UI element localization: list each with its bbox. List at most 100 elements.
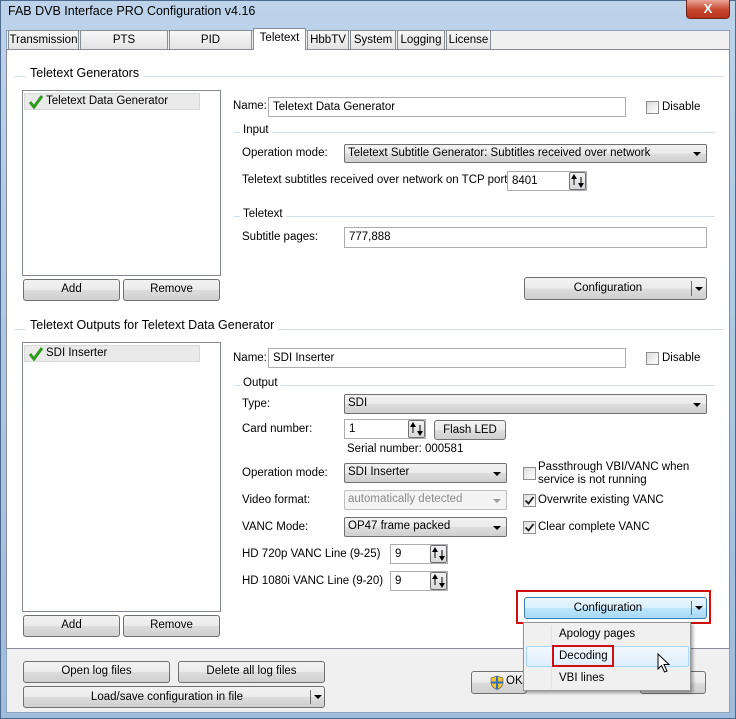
generators-group-title: Teletext Generators — [26, 66, 144, 80]
overwrite-vanc-checkbox[interactable] — [523, 494, 536, 507]
ok-label: OK — [506, 675, 523, 687]
add-generator-button[interactable]: Add — [23, 279, 120, 301]
tab-license[interactable]: License — [446, 30, 491, 49]
clear-vanc-checkbox[interactable] — [523, 521, 536, 534]
chevron-down-icon — [493, 499, 501, 503]
split-divider — [310, 690, 311, 704]
list-item-label: SDI Inserter — [46, 347, 108, 359]
passthrough-label-2: service is not running — [538, 474, 647, 486]
subtitle-pages-field[interactable]: 777,888 — [344, 227, 707, 248]
flash-led-button[interactable]: Flash LED — [434, 420, 506, 440]
tab-hbbtv[interactable]: HbbTV — [307, 30, 349, 49]
type-select[interactable]: SDI — [344, 394, 707, 414]
type-value: SDI — [348, 397, 368, 409]
card-number-label: Card number: — [242, 423, 313, 435]
teletext-section-title: Teletext — [240, 208, 286, 220]
disable-label: Disable — [662, 352, 701, 364]
tab-pid-remapping[interactable]: PID Remapping — [169, 30, 252, 64]
delete-log-files-button[interactable]: Delete all log files — [178, 661, 325, 683]
output-name-field[interactable]: SDI Inserter — [268, 348, 626, 368]
disable-generator-checkbox[interactable] — [646, 101, 659, 114]
checkmark-icon — [524, 523, 535, 532]
chevron-down-icon — [493, 472, 501, 476]
generators-list[interactable] — [22, 90, 221, 276]
checkmark-icon — [28, 95, 44, 110]
remove-generator-button[interactable]: Remove — [123, 279, 220, 301]
serial-number-text: Serial number: 000581 — [347, 443, 464, 455]
passthrough-checkbox[interactable] — [523, 467, 536, 480]
video-format-label: Video format: — [242, 494, 311, 506]
hd1080-spinner[interactable] — [430, 572, 447, 590]
generator-name-field[interactable]: Teletext Data Generator — [268, 97, 626, 117]
disable-output-checkbox[interactable] — [646, 352, 659, 365]
output-operation-mode-select[interactable]: SDI Inserter — [344, 463, 507, 483]
type-label: Type: — [242, 398, 271, 410]
checkmark-icon — [28, 347, 44, 362]
vanc-mode-value: OP47 frame packed — [348, 520, 451, 532]
tcp-port-label: Teletext subtitles received over network… — [242, 174, 511, 186]
chevron-down-icon — [314, 695, 322, 699]
chevron-down-icon — [695, 606, 703, 610]
name-label: Name: — [233, 100, 267, 112]
output-operation-mode-value: SDI Inserter — [348, 466, 410, 478]
output-divider — [234, 385, 715, 386]
output-configuration-button[interactable]: Configuration — [524, 597, 707, 619]
passthrough-label-1: Passthrough VBI/VANC when — [538, 461, 690, 473]
hd720-label: HD 720p VANC Line (9-25) — [242, 548, 381, 560]
tab-pts-restamping[interactable]: PTS Restamping — [80, 30, 168, 64]
spinner-arrows-icon — [571, 174, 584, 188]
list-item[interactable]: SDI Inserter — [24, 345, 200, 362]
tab-system[interactable]: System — [350, 30, 396, 49]
operation-mode-label: Operation mode: — [242, 467, 328, 479]
load-save-configuration-button[interactable]: Load/save configuration in file — [23, 686, 325, 708]
subtitle-pages-label: Subtitle pages: — [242, 231, 319, 243]
overwrite-vanc-label: Overwrite existing VANC — [538, 494, 664, 506]
tab-transmission[interactable]: Transmission — [8, 30, 79, 49]
chevron-down-icon — [693, 403, 701, 407]
spinner-arrows-icon — [410, 422, 423, 436]
generator-configuration-button[interactable]: Configuration — [524, 277, 707, 300]
chevron-down-icon — [693, 152, 701, 156]
outputs-group-title: Teletext Outputs for Teletext Data Gener… — [26, 318, 279, 332]
configuration-label: Configuration — [573, 282, 643, 294]
add-output-button[interactable]: Add — [23, 615, 120, 637]
split-divider — [691, 601, 692, 615]
window-title: FAB DVB Interface PRO Configuration v4.1… — [8, 4, 256, 18]
configuration-label: Configuration — [573, 602, 643, 614]
close-button[interactable]: X — [686, 0, 730, 19]
vanc-mode-label: VANC Mode: — [242, 521, 309, 533]
tab-logging[interactable]: Logging — [397, 30, 445, 49]
operation-mode-value: Teletext Subtitle Generator: Subtitles r… — [348, 147, 651, 159]
clear-vanc-label: Clear complete VANC — [538, 521, 650, 533]
remove-output-button[interactable]: Remove — [123, 615, 220, 637]
operation-mode-label: Operation mode: — [242, 147, 328, 159]
video-format-value: automatically detected — [348, 493, 463, 505]
mouse-cursor-icon — [657, 653, 671, 673]
menu-item-apology-pages[interactable]: Apology pages — [554, 624, 688, 644]
ok-button[interactable]: OK — [471, 671, 527, 694]
output-section-title: Output — [240, 377, 281, 389]
split-divider — [691, 281, 692, 296]
checkmark-icon — [524, 496, 535, 505]
outputs-list[interactable] — [22, 342, 221, 612]
hd1080-label: HD 1080i VANC Line (9-20) — [242, 575, 384, 587]
teletext-divider — [234, 216, 715, 217]
list-item-label: Teletext Data Generator — [46, 95, 169, 107]
disable-label: Disable — [662, 101, 701, 113]
vanc-mode-select[interactable]: OP47 frame packed — [344, 517, 507, 537]
spinner-arrows-icon — [432, 547, 445, 561]
tab-teletext[interactable]: Teletext — [253, 28, 306, 50]
open-log-files-button[interactable]: Open log files — [23, 661, 170, 683]
spinner-arrows-icon — [432, 574, 445, 588]
input-section-title: Input — [240, 124, 272, 136]
video-format-select[interactable]: automatically detected — [344, 490, 507, 510]
list-item[interactable]: Teletext Data Generator — [24, 93, 200, 110]
name-label: Name: — [233, 352, 267, 364]
tcp-port-spinner[interactable] — [569, 172, 586, 190]
decoding-highlight-frame — [552, 645, 614, 667]
operation-mode-select[interactable]: Teletext Subtitle Generator: Subtitles r… — [344, 144, 707, 163]
card-number-spinner[interactable] — [408, 420, 425, 438]
load-save-label: Load/save configuration in file — [90, 691, 244, 703]
chevron-down-icon — [493, 526, 501, 530]
hd720-spinner[interactable] — [430, 545, 447, 563]
